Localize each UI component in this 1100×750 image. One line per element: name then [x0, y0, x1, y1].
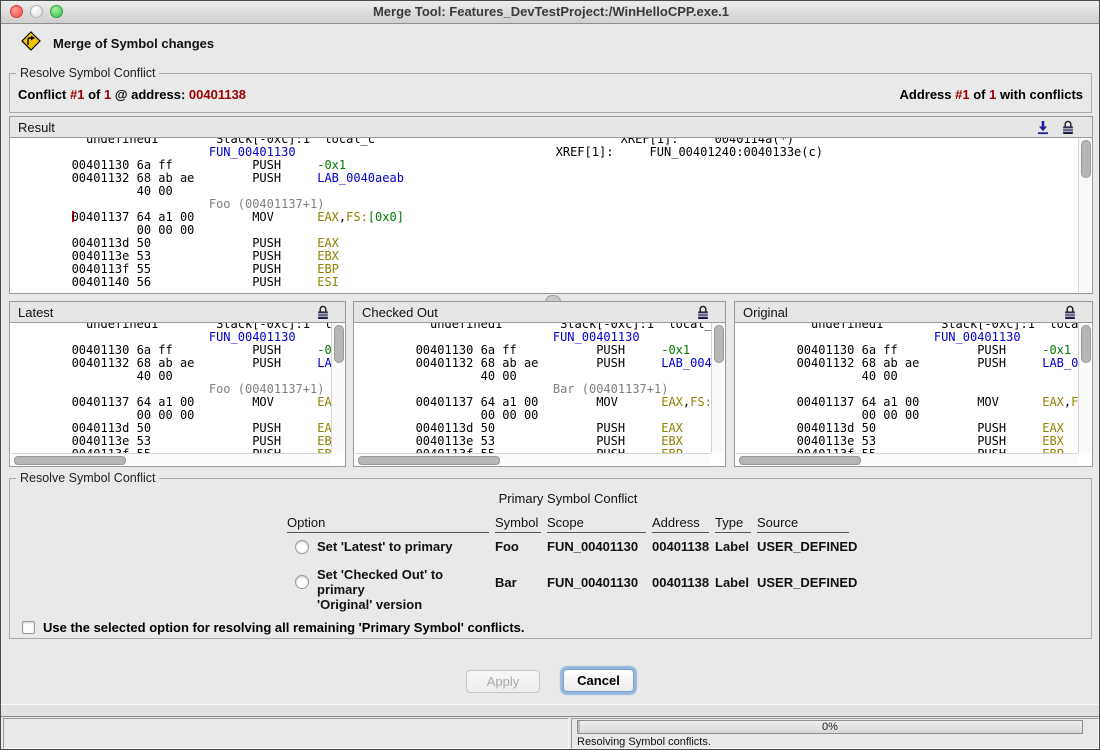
column-header-source: Source — [757, 515, 849, 533]
status-divider-strip — [1, 704, 1100, 717]
latest-option-row[interactable]: Set 'Latest' to primary — [287, 539, 489, 554]
scrollbar-thumb[interactable] — [14, 456, 126, 465]
apply-button[interactable]: Apply — [466, 670, 540, 693]
progress-panel: 0% Resolving Symbol conflicts. — [571, 718, 1099, 749]
resolve-groupbox: Resolve Symbol Conflict Primary Symbol C… — [9, 478, 1092, 639]
apply-to-all-label[interactable]: Use the selected option for resolving al… — [43, 620, 525, 635]
merge-phase-banner: Merge of Symbol changes — [21, 32, 214, 54]
conflict-counter-line: Address #1 of 1 with conflicts Conflict … — [18, 87, 1083, 102]
type-value: Label — [715, 539, 751, 554]
original-vertical-scrollbar[interactable] — [1078, 323, 1091, 453]
result-panel-title: Result — [18, 120, 55, 135]
conflict-counter: Conflict #1 of 1 @ address: 00401138 — [18, 87, 246, 102]
latest-horizontal-scrollbar[interactable] — [11, 453, 331, 465]
scrollbar-thumb[interactable] — [714, 325, 724, 363]
source-value: USER_DEFINED — [757, 567, 849, 597]
original-panel: Original undefined1 Stack[-0xc]:1 local_… — [734, 301, 1093, 467]
symbol-value: Bar — [495, 567, 541, 597]
progress-message: Resolving Symbol conflicts. — [577, 736, 711, 748]
checked-out-panel: Checked Out undefined1 Stack[-0xc]:1 loc… — [353, 301, 726, 467]
checked-out-horizontal-scrollbar[interactable] — [355, 453, 711, 465]
listing-line: 00401132 68 ab ae PUSH LAB_0040aeab — [21, 172, 1078, 185]
result-listing[interactable]: undefined1 Stack[-0xc]:1 local_c XREF[1]… — [11, 138, 1078, 292]
type-value: Label — [715, 567, 751, 597]
apply-to-all-row[interactable]: Use the selected option for resolving al… — [22, 620, 525, 635]
scrollbar-thumb[interactable] — [1081, 325, 1091, 363]
column-header-symbol: Symbol — [495, 515, 541, 533]
progress-bar: 0% — [577, 720, 1083, 734]
original-version-text: 'Original' version — [317, 597, 422, 612]
column-header-scope: Scope — [547, 515, 646, 533]
goto-conflict-icon[interactable] — [1036, 120, 1050, 140]
original-horizontal-scrollbar[interactable] — [736, 453, 1078, 465]
latest-vertical-scrollbar[interactable] — [331, 323, 344, 453]
latest-panel-header: Latest — [10, 302, 345, 323]
scope-value: FUN_00401130 — [547, 539, 646, 554]
address-value: 00401138 — [652, 567, 709, 597]
address-counter: Address #1 of 1 with conflicts — [899, 87, 1083, 102]
result-panel: Result — [9, 116, 1093, 294]
column-header-type: Type — [715, 515, 751, 533]
radio-label[interactable]: Set 'Latest' to primary — [317, 539, 453, 554]
checked-out-panel-header: Checked Out — [354, 302, 725, 323]
lock-icon[interactable] — [1064, 305, 1076, 325]
original-listing[interactable]: undefined1 Stack[-0xc]:1 local_c FUN_004… — [736, 323, 1078, 453]
status-message-panel — [3, 718, 569, 749]
checked-out-panel-title: Checked Out — [362, 305, 438, 320]
source-value: USER_DEFINED — [757, 539, 849, 554]
conflict-info-groupbox: Resolve Symbol Conflict Address #1 of 1 … — [9, 73, 1092, 113]
table-row: Set 'Checked Out' to primary Bar FUN_004… — [287, 567, 849, 597]
scrollbar-thumb[interactable] — [334, 325, 344, 363]
checked-out-vertical-scrollbar[interactable] — [711, 323, 724, 453]
table-row: Set 'Latest' to primary Foo FUN_00401130… — [287, 539, 849, 554]
latest-panel-title: Latest — [18, 305, 53, 320]
latest-radio[interactable] — [295, 540, 309, 554]
latest-panel: Latest undefined1 Stack[-0xc]:1 local_c — [9, 301, 346, 467]
column-header-address: Address — [652, 515, 709, 533]
result-vertical-scrollbar[interactable] — [1078, 138, 1091, 292]
lock-icon[interactable] — [697, 305, 709, 325]
apply-to-all-checkbox[interactable] — [22, 621, 35, 634]
lock-icon[interactable] — [317, 305, 329, 325]
title-bar: Merge Tool: Features_DevTestProject:/Win… — [1, 1, 1100, 24]
resolve-groupbox-legend: Resolve Symbol Conflict — [16, 471, 159, 485]
checked-out-listing[interactable]: undefined1 Stack[-0xc]:1 local_c FUN_004… — [355, 323, 711, 453]
radio-label[interactable]: Set 'Checked Out' to primary — [317, 567, 489, 597]
conflict-groupbox-legend: Resolve Symbol Conflict — [16, 66, 159, 80]
cancel-button[interactable]: Cancel — [563, 669, 634, 692]
listing-line: 40 00 — [746, 370, 1078, 383]
latest-listing[interactable]: undefined1 Stack[-0xc]:1 local_c FUN_004… — [11, 323, 331, 453]
address-value: 00401138 — [652, 539, 709, 554]
scrollbar-thumb[interactable] — [358, 456, 500, 465]
merge-warning-icon — [21, 31, 41, 56]
original-panel-title: Original — [743, 305, 788, 320]
merge-tool-window: Merge Tool: Features_DevTestProject:/Win… — [0, 0, 1100, 750]
symbol-value: Foo — [495, 539, 541, 554]
scope-value: FUN_00401130 — [547, 567, 646, 597]
result-panel-header: Result — [10, 117, 1092, 138]
progress-percent: 0% — [578, 721, 1082, 734]
window-title: Merge Tool: Features_DevTestProject:/Win… — [1, 1, 1100, 23]
listing-line: 00401140 56 PUSH ESI — [21, 276, 1078, 289]
scrollbar-thumb[interactable] — [1081, 140, 1091, 178]
column-header-option: Option — [287, 515, 489, 533]
lock-icon[interactable] — [1062, 120, 1074, 140]
original-panel-header: Original — [735, 302, 1092, 323]
checked-out-radio[interactable] — [295, 575, 309, 589]
banner-text: Merge of Symbol changes — [53, 36, 214, 51]
scrollbar-thumb[interactable] — [739, 456, 861, 465]
conflict-table-header: Option Symbol Scope Address Type Source — [287, 515, 849, 533]
conflict-table-title: Primary Symbol Conflict — [287, 491, 849, 506]
checked-out-option-row[interactable]: Set 'Checked Out' to primary — [287, 567, 489, 597]
